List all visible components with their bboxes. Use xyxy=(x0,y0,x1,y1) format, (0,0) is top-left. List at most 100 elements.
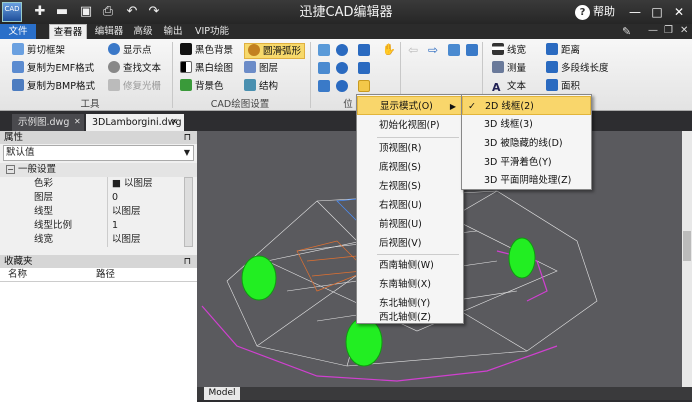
smooth-arc-button[interactable]: 圆滑弧形 xyxy=(244,43,306,59)
zoom-real-icon[interactable] xyxy=(336,80,348,92)
zoom-in-icon[interactable] xyxy=(336,44,348,56)
menu-item-3d-flat[interactable]: 3D 平面阴暗处理(Z) xyxy=(462,171,591,190)
menu-item-sw-iso[interactable]: 西南轴侧(W) xyxy=(357,256,463,275)
column-name[interactable]: 名称 xyxy=(0,268,96,281)
dropdown-value: 默认值 xyxy=(6,147,35,158)
polyline-icon xyxy=(546,61,558,73)
black-bg-button[interactable]: 黑色背景 xyxy=(180,43,233,59)
model-tab[interactable]: Model xyxy=(204,387,240,400)
property-row[interactable]: 线型比例 1 xyxy=(0,219,197,233)
zoom-window-icon[interactable] xyxy=(318,62,330,74)
tab-file[interactable]: 文件 xyxy=(0,24,36,39)
group-general[interactable]: − 一般设置 xyxy=(0,163,197,177)
vertical-scrollbar[interactable] xyxy=(682,131,692,387)
tab-advanced[interactable]: 高级 xyxy=(130,24,156,39)
menu-item-nw-iso[interactable]: 西北轴侧(Z) xyxy=(357,313,463,323)
menu-item-init-view[interactable]: 初始化视图(P) xyxy=(357,116,463,135)
pin-icon[interactable]: ⊓ xyxy=(184,255,191,268)
menu-item-display-mode[interactable]: 显示模式(O) ▶ xyxy=(357,96,463,115)
bw-drawing-button[interactable]: 黑白绘图 xyxy=(180,61,233,77)
menu-item-ne-iso[interactable]: 东北轴侧(Y) xyxy=(357,294,463,313)
close-tab-icon[interactable]: ✕ xyxy=(171,113,178,130)
check-icon: ✓ xyxy=(468,101,476,112)
zoom-dropdown-icon[interactable] xyxy=(358,44,370,56)
zoom-extents-icon[interactable] xyxy=(318,80,330,92)
menu-separator xyxy=(377,137,459,138)
distance-button[interactable]: 距离 xyxy=(546,43,580,59)
page-icon[interactable] xyxy=(448,44,460,56)
find-text-button[interactable]: 查找文本 xyxy=(108,61,161,77)
submenu-arrow-icon: ▶ xyxy=(449,102,456,111)
menu-item-back-view[interactable]: 后视图(V) xyxy=(357,234,463,253)
tab-viewer[interactable]: 查看器 xyxy=(49,24,87,39)
menu-item-front-view[interactable]: 前视图(U) xyxy=(357,215,463,234)
minimize-icon[interactable]: — xyxy=(626,3,644,21)
repair-raster-label: 修复光栅 xyxy=(123,81,162,92)
property-row[interactable]: 色彩 ■ 以图层 xyxy=(0,177,197,191)
copy-emf-button[interactable]: 复制为EMF格式 xyxy=(12,61,94,77)
close-icon[interactable]: ✕ xyxy=(670,3,688,21)
tab-output[interactable]: 输出 xyxy=(160,24,186,39)
restore-doc-icon[interactable]: ❐ xyxy=(664,25,673,36)
text-button[interactable]: A 文本 xyxy=(492,79,526,95)
doc-tab-sample[interactable]: 示例图.dwg ✕ xyxy=(12,114,84,131)
property-row[interactable]: 线型 以图层 xyxy=(0,205,197,219)
properties-dropdown[interactable]: 默认值 ▼ xyxy=(3,145,194,161)
close-doc-icon[interactable]: ✕ xyxy=(680,25,688,36)
line-width-button[interactable]: 线宽 xyxy=(492,43,526,59)
properties-grid: 色彩 ■ 以图层 图层 0 线型 以图层 线型比例 1 线宽 以图层 xyxy=(0,177,197,247)
maximize-icon[interactable]: □ xyxy=(648,3,666,21)
layout-icon[interactable] xyxy=(466,44,478,56)
ruler-icon xyxy=(492,61,504,73)
menu-item-right-view[interactable]: 右视图(U) xyxy=(357,196,463,215)
help-button[interactable]: ? 帮助 xyxy=(575,3,615,21)
pan-hand-icon[interactable]: ✋ xyxy=(382,44,396,56)
repair-raster-button[interactable]: 修复光栅 xyxy=(108,79,161,95)
horizontal-scrollbar[interactable] xyxy=(197,387,692,400)
measure-button[interactable]: 测量 xyxy=(492,61,526,77)
copy-bmp-button[interactable]: 复制为BMP格式 xyxy=(12,79,95,95)
property-row[interactable]: 图层 0 xyxy=(0,191,197,205)
help-icon: ? xyxy=(575,5,590,20)
menu-item-se-iso[interactable]: 东南轴侧(X) xyxy=(357,275,463,294)
forward-icon[interactable]: ⇨ xyxy=(428,44,440,56)
structure-button[interactable]: 结构 xyxy=(244,79,278,95)
cut-frame-button[interactable]: 剪切框架 xyxy=(12,43,65,59)
cut-icon xyxy=(12,43,24,55)
menu-item-2d-wireframe[interactable]: ✓ 2D 线框(2) xyxy=(462,96,591,115)
menu-item-bottom-view[interactable]: 底视图(S) xyxy=(357,158,463,177)
doc-tab-lamborgini[interactable]: 3DLamborgini.dwg ✕ xyxy=(86,114,184,131)
collapse-icon[interactable]: − xyxy=(6,165,15,174)
menu-item-3d-wireframe[interactable]: 3D 线框(3) xyxy=(462,115,591,134)
tab-editor[interactable]: 编辑器 xyxy=(90,24,128,39)
distance-label: 距离 xyxy=(561,45,581,56)
copy-emf-label: 复制为EMF格式 xyxy=(27,63,95,74)
close-tab-icon[interactable]: ✕ xyxy=(74,113,81,130)
menu-item-left-view[interactable]: 左视图(S) xyxy=(357,177,463,196)
menu-item-3d-hidden[interactable]: 3D 被隐藏的线(D) xyxy=(462,134,591,153)
property-row[interactable]: 线宽 以图层 xyxy=(0,233,197,247)
minimize-doc-icon[interactable]: — xyxy=(648,25,658,36)
layers-button[interactable]: 图层 xyxy=(244,61,278,77)
pen-icon[interactable]: ✎ xyxy=(622,25,631,38)
back-icon[interactable]: ⇦ xyxy=(408,44,420,56)
polyline-length-button[interactable]: 多段线长度 xyxy=(546,61,609,77)
property-value: ■ 以图层 xyxy=(112,178,153,189)
zoom-out-icon[interactable] xyxy=(336,62,348,74)
left-panel: 属性 ⊓ 默认值 ▼ − 一般设置 色彩 ■ 以图层 图层 0 线型 以图层 线型比例 1 线… xyxy=(0,131,197,402)
fit-icon[interactable] xyxy=(358,62,370,74)
show-points-button[interactable]: 显示点 xyxy=(108,43,152,59)
bg-color-button[interactable]: 背景色 xyxy=(180,79,224,95)
column-path[interactable]: 路径 xyxy=(96,268,115,281)
menu-item-top-view[interactable]: 顶视图(R) xyxy=(357,139,463,158)
tab-vip[interactable]: VIP功能 xyxy=(192,24,232,39)
pin-icon[interactable]: ⊓ xyxy=(184,131,191,144)
copy-icon xyxy=(12,61,24,73)
orbit-icon[interactable] xyxy=(358,80,370,92)
black-bg-label: 黑色背景 xyxy=(195,45,234,56)
scroll-thumb[interactable] xyxy=(683,231,691,261)
properties-scrollbar[interactable] xyxy=(184,177,193,247)
area-button[interactable]: 面积 xyxy=(546,79,580,95)
select-icon[interactable] xyxy=(318,44,330,56)
menu-item-3d-smooth[interactable]: 3D 平滑着色(Y) xyxy=(462,153,591,172)
